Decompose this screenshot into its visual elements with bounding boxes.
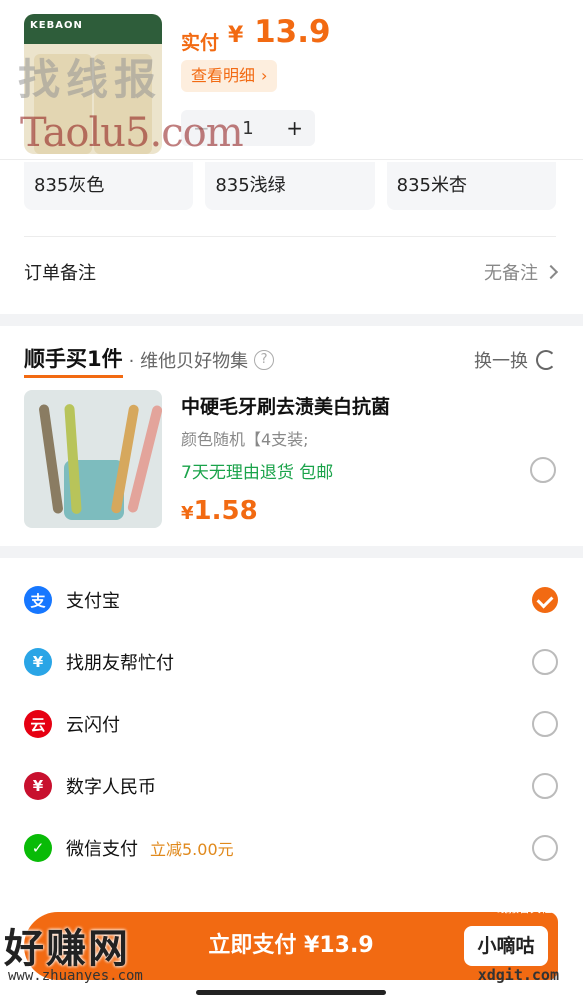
- order-remark-row[interactable]: 订单备注 无备注: [24, 250, 559, 294]
- payment-promo: 立减5.00元: [150, 840, 234, 859]
- watermark-url: www.zhuanyes.com: [8, 968, 143, 984]
- ecny-icon: ¥: [24, 772, 52, 800]
- order-remark-label: 订单备注: [24, 263, 96, 284]
- increase-button[interactable]: +: [286, 116, 303, 140]
- wechat-pay-icon: ✓: [24, 834, 52, 862]
- payment-option-alipay[interactable]: 支支付宝: [24, 580, 558, 620]
- chevron-right-icon: [543, 264, 559, 280]
- product-brand-text: KEBAON: [30, 20, 83, 31]
- order-remark-text: 无备注: [484, 263, 538, 284]
- friend-pay-icon: ¥: [24, 648, 52, 676]
- addon-store: · 维他贝好物集: [128, 351, 249, 372]
- brush-shape: [38, 403, 64, 515]
- view-details-label: 查看明细: [191, 66, 256, 85]
- payment-radio[interactable]: [532, 835, 558, 861]
- addon-product-spec: 颜色随机【4支装;: [181, 430, 309, 449]
- addon-brand: 顺手买1件: [24, 343, 123, 378]
- addon-product-price: ¥1.58: [181, 496, 258, 526]
- variant-option-beige[interactable]: 835米杏: [386, 162, 556, 210]
- price-value: ¥ 13.9: [228, 14, 331, 50]
- addon-product-image[interactable]: [24, 390, 162, 528]
- home-indicator[interactable]: [196, 990, 386, 995]
- payment-label: 找朋友帮忙付: [66, 653, 174, 674]
- payment-option-wechat-pay[interactable]: ✓ 微信支付 立减5.00元: [24, 828, 558, 868]
- payment-radio[interactable]: [532, 773, 558, 799]
- payment-option-unionpay[interactable]: 云云闪付: [24, 704, 558, 744]
- addon-product-name: 中硬毛牙刷去渍美白抗菌: [181, 396, 391, 418]
- swap-button[interactable]: 换一换: [474, 347, 556, 373]
- addon-title: 顺手买1件 · 维他贝好物集 ?: [24, 343, 275, 378]
- payment-radio[interactable]: [532, 711, 558, 737]
- payment-option-friend-pay[interactable]: ¥ 找朋友帮忙付: [24, 642, 558, 682]
- help-icon[interactable]: ?: [254, 350, 275, 370]
- product-summary: KEBAON 实付 ¥ 13.9 查看明细 › − 1 + 找线报 Taolu5…: [0, 0, 583, 160]
- watermark-zhaoxianbao: 找线报: [18, 55, 163, 104]
- section-gap: [0, 314, 583, 326]
- chevron-right-icon: ›: [261, 66, 268, 85]
- payment-radio[interactable]: [532, 649, 558, 675]
- quantity-value: 1: [242, 117, 254, 139]
- divider: [24, 236, 556, 237]
- payment-label: 云闪付: [66, 715, 120, 736]
- payment-label: 支付宝: [66, 591, 120, 612]
- unionpay-icon: 云: [24, 710, 52, 738]
- payment-radio-checked[interactable]: [532, 587, 558, 613]
- variant-option-gray[interactable]: 835灰色: [24, 162, 194, 210]
- watermark-haozhuan: 好赚网: [4, 925, 130, 972]
- order-remark-value: 无备注: [484, 259, 559, 285]
- watermark-badge: 小嘀咕: [464, 926, 548, 966]
- watermark-url-right: xdgit.com: [477, 966, 559, 984]
- payment-option-ecny[interactable]: ¥ 数字人民币: [24, 766, 558, 806]
- payment-label: 微信支付: [66, 839, 138, 860]
- watermark-taolu5: Taolu5.com: [20, 110, 244, 156]
- refresh-icon: [536, 350, 556, 370]
- view-details-link[interactable]: 查看明细 ›: [181, 60, 278, 92]
- variant-list: 835灰色 835浅绿 835米杏: [24, 162, 556, 210]
- payment-label: 数字人民币: [66, 777, 156, 798]
- section-gap: [0, 546, 583, 558]
- addon-select-radio[interactable]: [530, 457, 556, 483]
- alipay-icon: 支: [24, 586, 52, 614]
- watermark-tiny: 线报音关社区: [497, 902, 563, 915]
- variant-option-lightgreen[interactable]: 835浅绿: [205, 162, 375, 210]
- addon-header: 顺手买1件 · 维他贝好物集 ? 换一换: [24, 342, 556, 378]
- price-label: 实付: [181, 32, 220, 54]
- swap-label: 换一换: [474, 351, 528, 372]
- addon-product-tags: 7天无理由退货 包邮: [181, 463, 334, 483]
